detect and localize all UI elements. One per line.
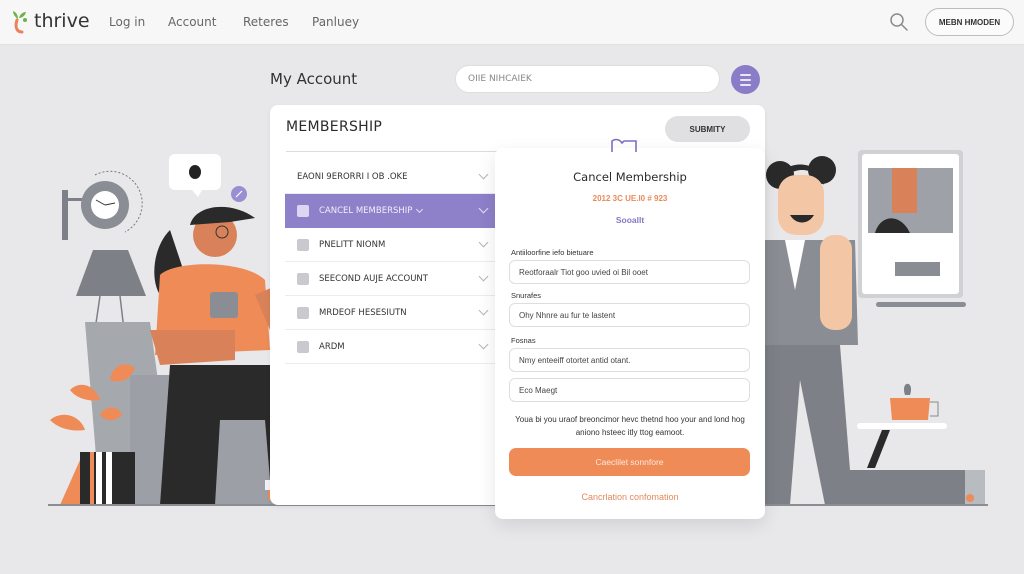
list-item-label: SEECOND AUJE ACCOUNT xyxy=(319,273,428,284)
chevron-down-icon xyxy=(478,339,489,350)
nav-link-login[interactable]: Log in xyxy=(109,15,145,29)
list-item-label: CANCEL MEMBERSHIP xyxy=(319,206,413,216)
chevron-down-icon xyxy=(478,271,489,282)
membership-options-list: EAONI 9ERORRI I OB .OKE CANCEL MEMBERSHI… xyxy=(285,160,495,364)
scissors-icon xyxy=(297,238,309,251)
member-button[interactable]: MEBN HMODEN xyxy=(925,8,1014,36)
list-item-second-account[interactable]: SEECOND AUJE ACCOUNT xyxy=(285,262,495,296)
dialog-subtitle: 2012 3C UE.I0 # 923 xyxy=(592,194,668,203)
armchair-illustration xyxy=(85,322,280,505)
sprout-icon xyxy=(13,11,27,34)
reason-field[interactable]: Reotforaalr Tiot goo uvied oi Bil ooet xyxy=(509,260,750,284)
woman-raising-hand-illustration xyxy=(765,156,985,505)
confirm-cancel-button[interactable]: Caeclilet sonnfore xyxy=(509,448,750,476)
coffee-table-illustration xyxy=(857,383,947,468)
list-item-option-6[interactable]: ARDM xyxy=(285,330,495,364)
extra-field[interactable]: Eco Maegt xyxy=(509,378,750,402)
dialog-link[interactable]: Sooallt xyxy=(495,215,765,225)
cancellation-confirmation-link[interactable]: Cancrlation confomation xyxy=(495,492,765,502)
list-item-label: EAONI 9ERORRI I OB .OKE xyxy=(297,171,408,182)
surveys-field[interactable]: Ohy Nhnre au fur te lastent xyxy=(509,303,750,327)
feedback-field[interactable]: Nmy enteeiff otortet antid otant. xyxy=(509,348,750,372)
document-icon xyxy=(297,306,309,319)
wall-clock-illustration xyxy=(62,170,143,240)
chevron-down-icon xyxy=(478,237,489,248)
chevron-down-icon xyxy=(416,205,424,214)
list-item-label: PNELITT NIONM xyxy=(319,239,386,250)
page-title: My Account xyxy=(270,70,358,88)
list-item-label: MRDEOF HESESIUTN xyxy=(319,307,407,318)
cancel-membership-dialog: Cancel Membership 2012 3C UE.I0 # 923 So… xyxy=(495,148,765,519)
menu-line xyxy=(740,73,751,76)
list-item-option-1[interactable]: EAONI 9ERORRI I OB .OKE xyxy=(285,160,495,194)
brand-logo[interactable]: thrive xyxy=(10,8,90,34)
field-label-surveys: Snurafes xyxy=(511,291,542,300)
menu-line xyxy=(740,83,751,86)
chevron-down-icon xyxy=(478,305,489,316)
account-search-input[interactable]: OIIE NIHCAIEK xyxy=(455,65,720,93)
bookmark-tab-icon xyxy=(611,138,637,152)
nav-link-account[interactable]: Account xyxy=(168,15,216,29)
membership-title: MEMBERSHIP xyxy=(286,119,383,135)
list-item-cancel-membership[interactable]: CANCEL MEMBERSHIP xyxy=(285,194,495,228)
list-item-option-3[interactable]: PNELITT NIONM xyxy=(285,228,495,262)
chevron-down-icon xyxy=(478,203,489,214)
field-label-feedback: Fosnas xyxy=(511,336,536,345)
puzzle-icon xyxy=(297,340,309,353)
hamburger-menu-button[interactable] xyxy=(731,65,760,94)
menu-line xyxy=(740,78,751,81)
search-icon[interactable] xyxy=(889,12,909,32)
list-item-option-5[interactable]: MRDEOF HESESIUTN xyxy=(285,296,495,330)
photo-frame-illustration xyxy=(858,150,966,307)
nav-link-panluey[interactable]: Panluey xyxy=(312,15,359,29)
speech-bubble-illustration xyxy=(169,154,247,202)
chevron-down-icon xyxy=(478,169,489,180)
id-card-icon xyxy=(297,205,309,217)
lamp-illustration xyxy=(76,250,146,331)
user-icon xyxy=(297,272,309,285)
submit-button[interactable]: SUBMITY xyxy=(665,116,750,142)
plant-illustration xyxy=(50,364,135,505)
dialog-title: Cancel Membership xyxy=(573,170,687,184)
top-navigation-bar: thrive Log in Account Reteres Panluey ME… xyxy=(0,0,1024,45)
nav-link-reteres[interactable]: Reteres xyxy=(243,15,289,29)
field-label-reason: Antiiloorfine iefo bietuare xyxy=(511,248,594,257)
dialog-note: Youa bi you uraof breoncimor hevc thetnd… xyxy=(515,415,745,437)
list-item-label: ARDM xyxy=(319,341,345,352)
brand-name: thrive xyxy=(34,10,90,32)
